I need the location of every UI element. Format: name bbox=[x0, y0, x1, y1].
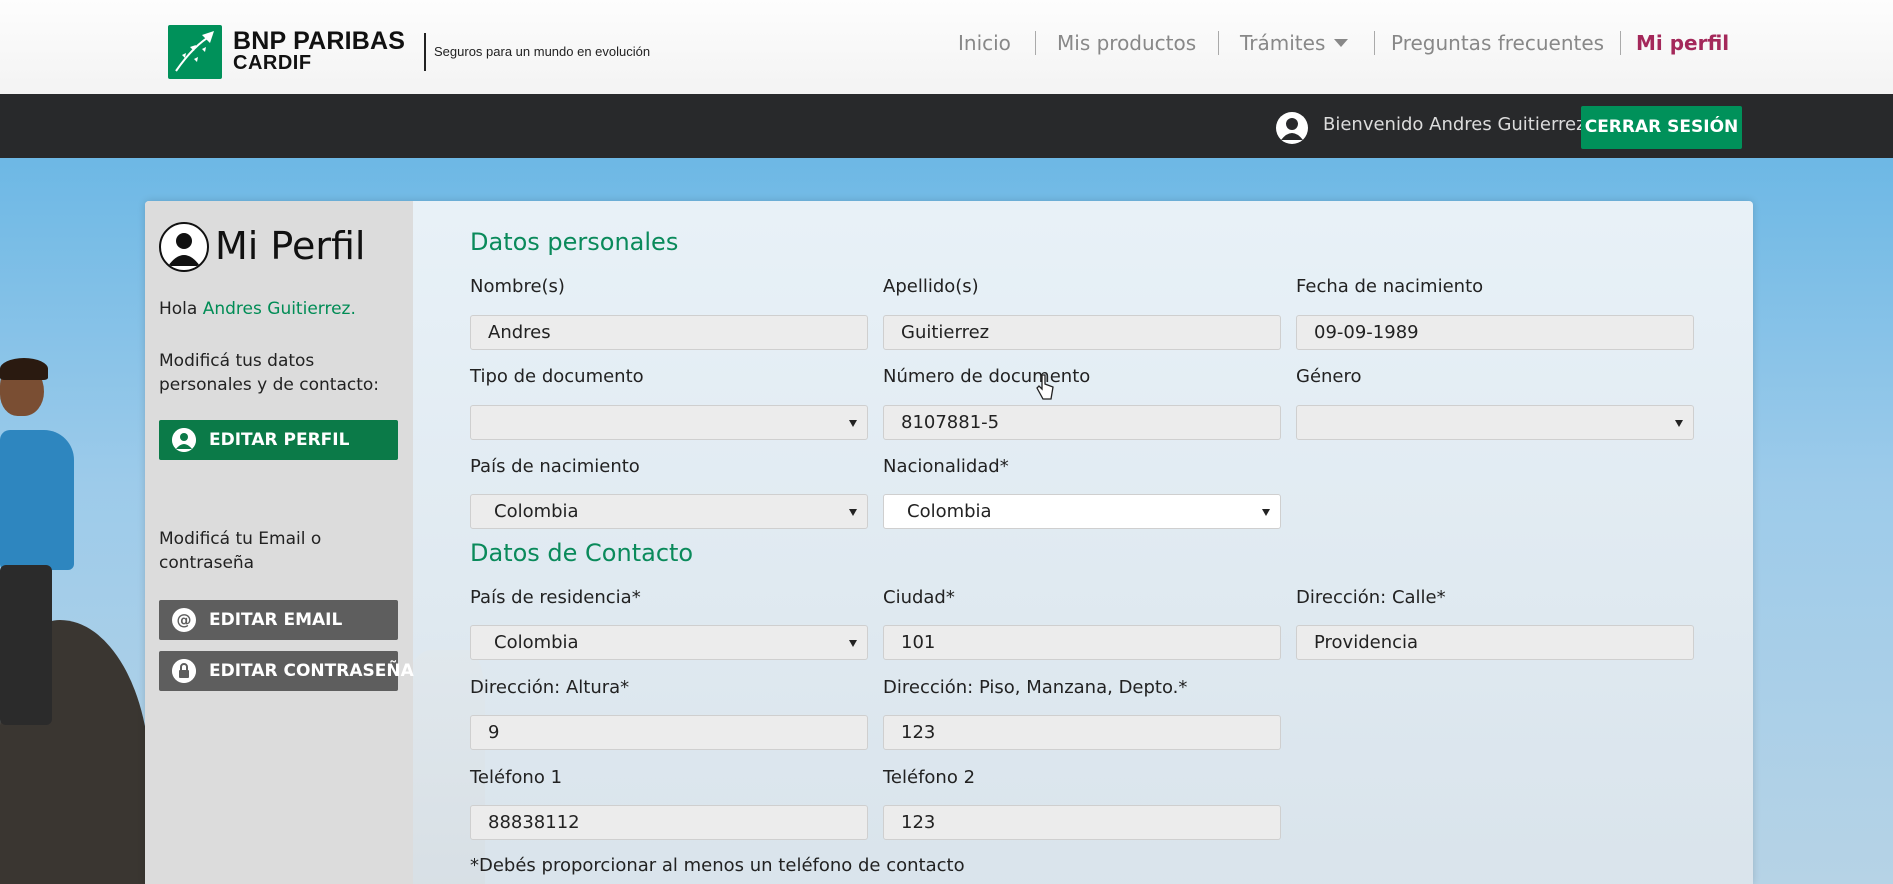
telefono2-label: Teléfono 2 bbox=[883, 767, 976, 788]
bnp-paribas-logo-icon[interactable] bbox=[168, 25, 222, 79]
pais-nacimiento-label: País de nacimiento bbox=[470, 456, 640, 477]
apellido-label: Apellido(s) bbox=[883, 276, 979, 297]
profile-icon bbox=[159, 222, 209, 272]
pais-residencia-select[interactable]: Colombia bbox=[470, 625, 868, 660]
nav-divider bbox=[1218, 31, 1219, 55]
nav-tramites[interactable]: Trámites bbox=[1240, 28, 1349, 58]
cursor-icon bbox=[1036, 373, 1056, 405]
nombre-label: Nombre(s) bbox=[470, 276, 565, 297]
greeting: Hola Andres Guitierrez. bbox=[159, 299, 356, 319]
user-icon bbox=[1276, 112, 1308, 144]
welcome-text: Bienvenido Andres Guitierrez bbox=[1323, 114, 1586, 135]
contact-section-title: Datos de Contacto bbox=[470, 539, 694, 567]
chevron-down-icon bbox=[849, 509, 857, 516]
edit-profile-button[interactable]: EDITAR PERFIL bbox=[159, 420, 398, 460]
pais-nacimiento-value: Colombia bbox=[494, 501, 579, 522]
telefono1-label: Teléfono 1 bbox=[470, 767, 563, 788]
nav-preguntas-label[interactable]: Preguntas frecuentes bbox=[1391, 31, 1604, 55]
pais-residencia-label: País de residencia* bbox=[470, 587, 641, 608]
nav-divider bbox=[1620, 31, 1621, 55]
edit-email-label[interactable]: EDITAR EMAIL bbox=[209, 610, 342, 630]
chevron-down-icon bbox=[1675, 420, 1683, 427]
tipo-documento-label: Tipo de documento bbox=[470, 366, 644, 387]
fecha-nacimiento-label: Fecha de nacimiento bbox=[1296, 276, 1484, 297]
chevron-down-icon bbox=[849, 420, 857, 427]
brand-divider bbox=[424, 33, 426, 71]
pais-nacimiento-select[interactable]: Colombia bbox=[470, 494, 868, 529]
chevron-down-icon bbox=[1262, 509, 1270, 516]
edit-password-button[interactable]: EDITAR CONTRASEÑA bbox=[159, 651, 414, 691]
nav-divider bbox=[1374, 31, 1375, 55]
ciudad-field[interactable]: 101 bbox=[883, 625, 1281, 660]
fecha-nacimiento-field[interactable]: 09-09-1989 bbox=[1296, 315, 1694, 350]
nacionalidad-select[interactable]: Colombia bbox=[883, 494, 1281, 529]
chevron-down-icon[interactable] bbox=[1334, 39, 1349, 47]
edit-profile-description: Modificá tus datos personales y de conta… bbox=[159, 351, 379, 395]
nacionalidad-value: Colombia bbox=[907, 501, 992, 522]
edit-email-button[interactable]: @ EDITAR EMAIL bbox=[159, 600, 398, 640]
numero-documento-label: Número de documento bbox=[883, 366, 1091, 387]
telefono2-field[interactable]: 123 bbox=[883, 805, 1281, 840]
background-person bbox=[0, 430, 74, 570]
nav-mi-perfil[interactable]: Mi perfil bbox=[1636, 28, 1729, 58]
background-person-legs bbox=[0, 565, 52, 725]
direccion-piso-label: Dirección: Piso, Manzana, Depto.* bbox=[883, 677, 1188, 698]
telefono1-field[interactable]: 88838112 bbox=[470, 805, 868, 840]
brand-subname[interactable]: CARDIF bbox=[233, 52, 312, 75]
greeting-prefix: Hola bbox=[159, 299, 198, 319]
nav-mis-productos-label[interactable]: Mis productos bbox=[1057, 31, 1196, 55]
apellido-field[interactable]: Guitierrez bbox=[883, 315, 1281, 350]
personal-section-title: Datos personales bbox=[470, 228, 679, 256]
user-button-icon bbox=[172, 428, 196, 452]
nav-inicio[interactable]: Inicio bbox=[958, 28, 1011, 58]
at-icon: @ bbox=[172, 608, 196, 632]
chevron-down-icon bbox=[849, 640, 857, 647]
sidebar-title: Mi Perfil bbox=[215, 224, 366, 268]
edit-email-description: Modificá tu Email o contraseña bbox=[159, 529, 322, 573]
nav-mi-perfil-label[interactable]: Mi perfil bbox=[1636, 31, 1729, 55]
pais-residencia-value: Colombia bbox=[494, 632, 579, 653]
direccion-calle-field[interactable]: Providencia bbox=[1296, 625, 1694, 660]
brand-tagline: Seguros para un mundo en evolución bbox=[434, 44, 651, 59]
direccion-piso-field[interactable]: 123 bbox=[883, 715, 1281, 750]
nav-tramites-label[interactable]: Trámites bbox=[1240, 31, 1325, 55]
genero-label: Género bbox=[1296, 366, 1362, 387]
nombre-field[interactable]: Andres bbox=[470, 315, 868, 350]
numero-documento-field[interactable]: 8107881-5 bbox=[883, 405, 1281, 440]
direccion-altura-field[interactable]: 9 bbox=[470, 715, 868, 750]
nav-divider bbox=[1035, 31, 1036, 55]
genero-select[interactable] bbox=[1296, 405, 1694, 440]
edit-password-label[interactable]: EDITAR CONTRASEÑA bbox=[209, 661, 414, 681]
background-person-hair bbox=[0, 358, 48, 380]
logout-button[interactable]: CERRAR SESIÓN bbox=[1581, 106, 1742, 149]
edit-profile-label[interactable]: EDITAR PERFIL bbox=[209, 430, 349, 450]
direccion-calle-label: Dirección: Calle* bbox=[1296, 587, 1446, 608]
nav-preguntas-frecuentes[interactable]: Preguntas frecuentes bbox=[1391, 28, 1604, 58]
greeting-name: Andres Guitierrez. bbox=[202, 299, 356, 319]
phone-requirement-note: *Debés proporcionar al menos un teléfono… bbox=[470, 855, 965, 876]
nav-mis-productos[interactable]: Mis productos bbox=[1057, 28, 1196, 58]
nacionalidad-label: Nacionalidad* bbox=[883, 456, 1009, 477]
direccion-altura-label: Dirección: Altura* bbox=[470, 677, 630, 698]
lock-icon bbox=[172, 659, 196, 683]
ciudad-label: Ciudad* bbox=[883, 587, 955, 608]
nav-inicio-label[interactable]: Inicio bbox=[958, 31, 1011, 55]
tipo-documento-select[interactable] bbox=[470, 405, 868, 440]
